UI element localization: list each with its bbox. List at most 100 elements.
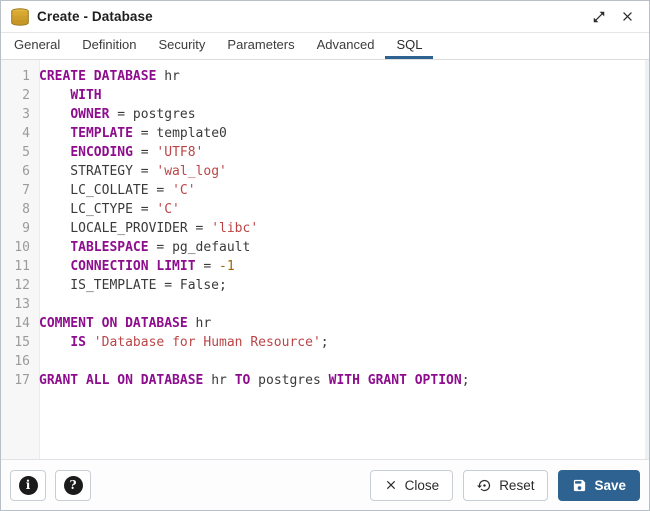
code-token: ; <box>321 335 329 350</box>
tab-security[interactable]: Security <box>147 33 216 59</box>
code-line: 12 IS_TEMPLATE = False; <box>1 276 649 295</box>
code-token: 'libc' <box>211 221 258 236</box>
code-token: 'Database for Human Resource' <box>94 335 321 350</box>
code-token: OWNER <box>70 107 109 122</box>
code-token: 'UTF8' <box>156 145 203 160</box>
code-token <box>39 145 70 160</box>
line-number: 1 <box>1 67 39 86</box>
code-token: STRATEGY = <box>39 164 156 179</box>
line-number: 3 <box>1 105 39 124</box>
help-icon: ? <box>64 476 83 495</box>
code-line: 15 IS 'Database for Human Resource'; <box>1 333 649 352</box>
code-token: CREATE DATABASE <box>39 69 156 84</box>
code-text: WITH <box>39 86 102 105</box>
code-token: IS_TEMPLATE = False; <box>39 278 227 293</box>
code-text: TEMPLATE = template0 <box>39 124 227 143</box>
code-line: 4 TEMPLATE = template0 <box>1 124 649 143</box>
line-number: 13 <box>1 295 39 314</box>
line-number: 9 <box>1 219 39 238</box>
code-line: 13 <box>1 295 649 314</box>
line-number: 2 <box>1 86 39 105</box>
code-token: = template0 <box>133 126 227 141</box>
expand-icon[interactable] <box>589 7 609 27</box>
line-number: 14 <box>1 314 39 333</box>
code-token <box>39 335 70 350</box>
code-line: 14COMMENT ON DATABASE hr <box>1 314 649 333</box>
code-text: LC_CTYPE = 'C' <box>39 200 180 219</box>
tab-sql[interactable]: SQL <box>385 33 433 59</box>
code-text: GRANT ALL ON DATABASE hr TO postgres WIT… <box>39 371 470 390</box>
code-token: LC_CTYPE = <box>39 202 156 217</box>
code-token: 'C' <box>172 183 195 198</box>
dialog-title: Create - Database <box>37 9 153 24</box>
line-number: 5 <box>1 143 39 162</box>
code-token: postgres <box>250 373 328 388</box>
code-line: 3 OWNER = postgres <box>1 105 649 124</box>
code-token <box>39 259 70 274</box>
tab-general[interactable]: General <box>3 33 71 59</box>
save-button[interactable]: Save <box>558 470 640 501</box>
code-token: ENCODING <box>70 145 133 160</box>
line-number: 12 <box>1 276 39 295</box>
code-token: LC_COLLATE = <box>39 183 172 198</box>
code-token: COMMENT ON DATABASE <box>39 316 188 331</box>
code-token: = pg_default <box>149 240 251 255</box>
code-line: 11 CONNECTION LIMIT = -1 <box>1 257 649 276</box>
line-number: 17 <box>1 371 39 390</box>
tab-parameters[interactable]: Parameters <box>216 33 305 59</box>
code-text: LOCALE_PROVIDER = 'libc' <box>39 219 258 238</box>
code-token: TO <box>235 373 251 388</box>
info-icon: i <box>19 476 38 495</box>
reset-button[interactable]: Reset <box>463 470 548 501</box>
code-token: 'wal_log' <box>156 164 226 179</box>
code-token: = postgres <box>109 107 195 122</box>
code-token: WITH GRANT OPTION <box>329 373 462 388</box>
code-token <box>39 107 70 122</box>
reset-button-label: Reset <box>499 478 534 493</box>
code-text: IS 'Database for Human Resource'; <box>39 333 329 352</box>
code-text: OWNER = postgres <box>39 105 196 124</box>
code-token: = <box>196 259 219 274</box>
code-text: CONNECTION LIMIT = -1 <box>39 257 235 276</box>
line-number: 7 <box>1 181 39 200</box>
close-x-icon <box>384 478 398 492</box>
code-text: ENCODING = 'UTF8' <box>39 143 203 162</box>
title-bar: Create - Database <box>1 1 649 33</box>
code-token: hr <box>203 373 234 388</box>
close-button-label: Close <box>405 478 440 493</box>
reset-icon <box>477 478 492 493</box>
code-line: 2 WITH <box>1 86 649 105</box>
code-line: 1CREATE DATABASE hr <box>1 67 649 86</box>
close-icon[interactable] <box>617 7 637 27</box>
code-text: LC_COLLATE = 'C' <box>39 181 196 200</box>
code-text: STRATEGY = 'wal_log' <box>39 162 227 181</box>
line-number: 4 <box>1 124 39 143</box>
tab-advanced[interactable]: Advanced <box>306 33 386 59</box>
line-number: 16 <box>1 352 39 371</box>
code-line: 7 LC_COLLATE = 'C' <box>1 181 649 200</box>
database-icon <box>10 8 30 26</box>
code-text: COMMENT ON DATABASE hr <box>39 314 211 333</box>
code-text: TABLESPACE = pg_default <box>39 238 250 257</box>
line-number: 8 <box>1 200 39 219</box>
info-button[interactable]: i <box>10 470 46 501</box>
code-token: GRANT ALL ON DATABASE <box>39 373 203 388</box>
save-icon <box>572 478 587 493</box>
footer-toolbar: i ? Close Reset Save <box>1 459 649 510</box>
sql-editor[interactable]: 1CREATE DATABASE hr2 WITH3 OWNER = postg… <box>1 60 649 459</box>
code-token: TEMPLATE <box>70 126 133 141</box>
help-button[interactable]: ? <box>55 470 91 501</box>
create-database-dialog: Create - Database GeneralDefinitionSecur… <box>0 0 650 511</box>
code-token <box>39 126 70 141</box>
line-number: 11 <box>1 257 39 276</box>
code-token <box>86 335 94 350</box>
tab-bar: GeneralDefinitionSecurityParametersAdvan… <box>1 33 649 60</box>
code-line: 5 ENCODING = 'UTF8' <box>1 143 649 162</box>
save-button-label: Save <box>594 478 626 493</box>
line-number: 15 <box>1 333 39 352</box>
tab-definition[interactable]: Definition <box>71 33 147 59</box>
code-token: TABLESPACE <box>70 240 148 255</box>
code-token: ; <box>462 373 470 388</box>
close-button[interactable]: Close <box>370 470 454 501</box>
code-token: = <box>133 145 156 160</box>
